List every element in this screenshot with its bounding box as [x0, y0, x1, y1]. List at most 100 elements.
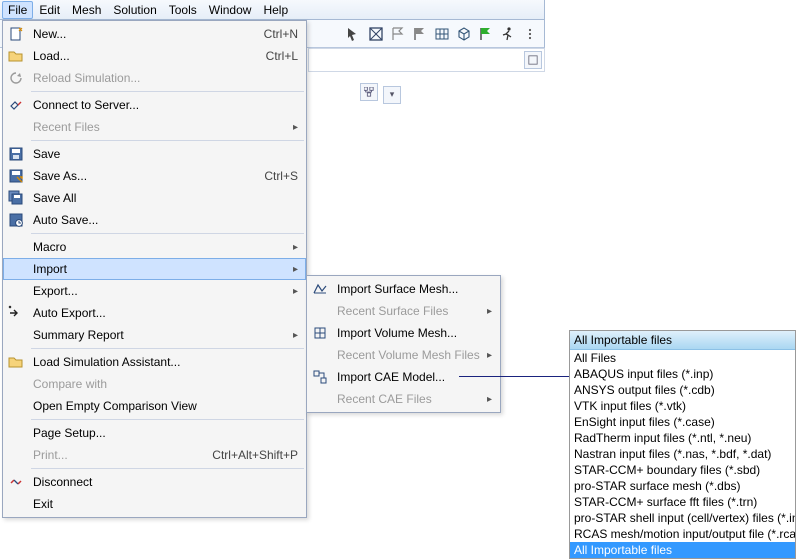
tree-icon[interactable]	[360, 83, 378, 101]
menu-label: Open Empty Comparison View	[29, 399, 298, 413]
menu-recent-volume[interactable]: Recent Volume Mesh Files ▸	[307, 344, 500, 366]
menu-label: Import Surface Mesh...	[333, 282, 492, 296]
menu-label: Recent Files	[29, 120, 293, 134]
menu-import-volume[interactable]: Import Volume Mesh...	[307, 322, 500, 344]
menu-exit[interactable]: Exit	[3, 493, 306, 515]
menubar-item-tools[interactable]: Tools	[163, 1, 203, 19]
cae-icon	[307, 369, 333, 385]
submenu-arrow-icon: ▸	[293, 242, 298, 253]
listbox-option[interactable]: RCAS mesh/motion input/output file (*.rc…	[570, 526, 795, 542]
menu-label: Auto Export...	[29, 306, 298, 320]
menu-label: Import CAE Model...	[333, 370, 492, 384]
menubar-item-mesh[interactable]: Mesh	[66, 1, 107, 19]
listbox-option[interactable]: STAR-CCM+ boundary files (*.sbd)	[570, 462, 795, 478]
menu-save[interactable]: Save	[3, 143, 306, 165]
menu-label: Reload Simulation...	[29, 71, 298, 85]
menu-label: Recent CAE Files	[333, 392, 487, 406]
menu-save-all[interactable]: Save All	[3, 187, 306, 209]
listbox-option[interactable]: All Files	[570, 350, 795, 366]
menu-import[interactable]: Import ▸	[3, 258, 306, 280]
menu-export[interactable]: Export... ▸	[3, 280, 306, 302]
new-icon	[3, 26, 29, 42]
box-icon[interactable]	[368, 26, 384, 42]
menu-recent-files[interactable]: Recent Files ▸	[3, 116, 306, 138]
menu-disconnect[interactable]: Disconnect	[3, 471, 306, 493]
separator	[31, 233, 304, 234]
cube-icon[interactable]	[456, 26, 472, 42]
menu-import-cae[interactable]: Import CAE Model...	[307, 366, 500, 388]
menu-summary[interactable]: Summary Report ▸	[3, 324, 306, 346]
menu-new[interactable]: New... Ctrl+N	[3, 23, 306, 45]
grid-icon[interactable]	[434, 26, 450, 42]
menu-label: Save	[29, 147, 298, 161]
listbox-option[interactable]: Nastran input files (*.nas, *.bdf, *.dat…	[570, 446, 795, 462]
file-type-listbox[interactable]: All Importable files All FilesABAQUS inp…	[569, 330, 796, 559]
menubar-item-edit[interactable]: Edit	[33, 1, 66, 19]
menu-save-as[interactable]: Save As... Ctrl+S	[3, 165, 306, 187]
submenu-arrow-icon: ▸	[293, 286, 298, 297]
menu-auto-export[interactable]: Auto Export...	[3, 302, 306, 324]
menu-import-surface[interactable]: Import Surface Mesh...	[307, 278, 500, 300]
listbox-option[interactable]: STAR-CCM+ surface fft files (*.trn)	[570, 494, 795, 510]
flag-green-icon[interactable]	[478, 26, 494, 42]
save-all-icon	[3, 190, 29, 206]
submenu-arrow-icon: ▸	[293, 330, 298, 341]
listbox-option[interactable]: ABAQUS input files (*.inp)	[570, 366, 795, 382]
listbox-option[interactable]: pro-STAR surface mesh (*.dbs)	[570, 478, 795, 494]
listbox-option[interactable]: VTK input files (*.vtk)	[570, 398, 795, 414]
menu-open-compare[interactable]: Open Empty Comparison View	[3, 395, 306, 417]
menu-label: Auto Save...	[29, 213, 298, 227]
menu-label: Import	[29, 262, 293, 276]
separator	[31, 419, 304, 420]
submenu-arrow-icon: ▸	[293, 264, 298, 275]
person-run-icon[interactable]	[500, 26, 516, 42]
menu-label: Print...	[29, 448, 198, 462]
menu-label: Load Simulation Assistant...	[29, 355, 298, 369]
menu-reload[interactable]: Reload Simulation...	[3, 67, 306, 89]
disconnect-icon	[3, 474, 29, 490]
panel-strip-lower: ▾	[308, 82, 403, 102]
panel-menu-button[interactable]	[524, 51, 542, 69]
import-submenu: Import Surface Mesh... Recent Surface Fi…	[306, 275, 501, 413]
menu-auto-save[interactable]: Auto Save...	[3, 209, 306, 231]
menu-label: Recent Surface Files	[333, 304, 487, 318]
menu-page-setup[interactable]: Page Setup...	[3, 422, 306, 444]
flag-outline-icon[interactable]	[390, 26, 406, 42]
menu-recent-surface[interactable]: Recent Surface Files ▸	[307, 300, 500, 322]
listbox-header: All Importable files	[570, 331, 795, 350]
panel-strip	[308, 48, 545, 72]
menu-load-assist[interactable]: Load Simulation Assistant...	[3, 351, 306, 373]
menu-macro[interactable]: Macro ▸	[3, 236, 306, 258]
flag-filled-icon[interactable]	[412, 26, 428, 42]
menu-load[interactable]: Load... Ctrl+L	[3, 45, 306, 67]
separator	[31, 348, 304, 349]
menu-label: Compare with	[29, 377, 298, 391]
menu-print[interactable]: Print... Ctrl+Alt+Shift+P	[3, 444, 306, 466]
menubar: File Edit Mesh Solution Tools Window Hel…	[0, 0, 545, 20]
menu-accel: Ctrl+N	[250, 27, 298, 41]
menubar-item-help[interactable]: Help	[257, 1, 294, 19]
pointer-icon[interactable]	[346, 26, 362, 42]
listbox-option[interactable]: ANSYS output files (*.cdb)	[570, 382, 795, 398]
listbox-option[interactable]: EnSight input files (*.case)	[570, 414, 795, 430]
auto-save-icon	[3, 212, 29, 228]
folder-open-icon	[3, 48, 29, 64]
listbox-option[interactable]: RadTherm input files (*.ntl, *.neu)	[570, 430, 795, 446]
dropdown-toggle[interactable]: ▾	[383, 86, 401, 104]
separator	[31, 468, 304, 469]
menu-label: Save As...	[29, 169, 250, 183]
menu-recent-cae[interactable]: Recent CAE Files ▸	[307, 388, 500, 410]
menubar-item-file[interactable]: File	[2, 1, 33, 19]
submenu-arrow-icon: ▸	[487, 306, 492, 317]
menu-label: Save All	[29, 191, 298, 205]
menu-label: Import Volume Mesh...	[333, 326, 492, 340]
listbox-option[interactable]: All Importable files	[570, 542, 795, 558]
menubar-item-window[interactable]: Window	[203, 1, 258, 19]
menu-compare[interactable]: Compare with	[3, 373, 306, 395]
menu-connect[interactable]: Connect to Server...	[3, 94, 306, 116]
auto-export-icon	[3, 305, 29, 321]
menubar-item-solution[interactable]: Solution	[107, 1, 162, 19]
save-as-icon	[3, 168, 29, 184]
listbox-option[interactable]: pro-STAR shell input (cell/vertex) files…	[570, 510, 795, 526]
dots-icon[interactable]	[522, 26, 538, 42]
